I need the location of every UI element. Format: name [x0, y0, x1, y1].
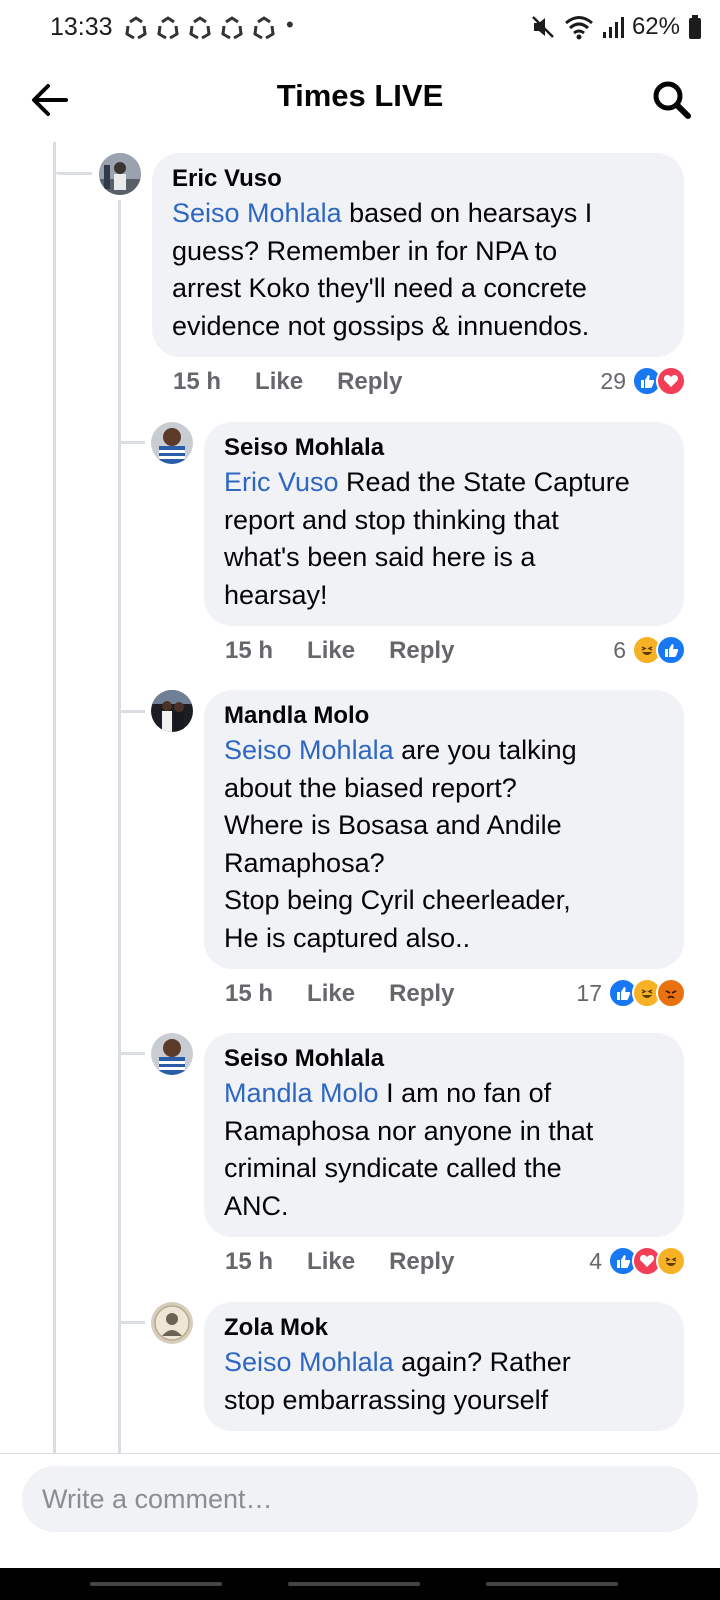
comment-time[interactable]: 15 h	[225, 980, 273, 1008]
reaction-count: 17	[576, 979, 602, 1006]
comment-actions: 15 h Like Reply	[225, 980, 454, 1008]
thread-connector	[121, 1052, 145, 1055]
system-icons: 62%	[530, 13, 702, 41]
comment-time[interactable]: 15 h	[225, 637, 273, 665]
comment-text: Mandla Molo I am no fan of Ramaphosa nor…	[224, 1078, 594, 1221]
more-notifications-dot: •	[286, 12, 294, 37]
like-button[interactable]: Like	[307, 980, 355, 1008]
recycle-icon	[221, 16, 243, 40]
reaction-summary[interactable]: 4	[589, 1246, 686, 1276]
recycle-icon	[189, 16, 211, 40]
mute-icon	[532, 16, 554, 38]
profile-photo-icon	[151, 690, 193, 732]
battery-percent: 62%	[631, 13, 680, 40]
nav-back-button[interactable]	[486, 1582, 618, 1586]
status-time: 13:33	[50, 13, 113, 41]
comment-text: Seiso Mohlala are you talking about the …	[224, 735, 577, 953]
search-icon	[653, 81, 691, 119]
comment-input[interactable]	[22, 1466, 698, 1532]
mention-link[interactable]: Seiso Mohlala	[172, 198, 342, 228]
reaction-summary[interactable]: 17	[576, 978, 686, 1008]
profile-photo-icon	[151, 1033, 193, 1075]
comment-author[interactable]: Seiso Mohlala	[224, 432, 664, 464]
comment-actions: 15 h Like Reply	[173, 368, 402, 396]
nav-home-button[interactable]	[288, 1582, 420, 1586]
mention-link[interactable]: Eric Vuso	[224, 467, 339, 497]
reaction-summary[interactable]: 6	[613, 635, 686, 665]
avatar[interactable]	[99, 153, 141, 195]
comment-author[interactable]: Seiso Mohlala	[224, 1043, 664, 1075]
comment-time[interactable]: 15 h	[225, 1248, 273, 1276]
thread-connector	[121, 710, 145, 713]
reaction-count: 29	[600, 367, 626, 394]
reaction-summary[interactable]: 29	[600, 366, 686, 396]
signal-icon	[602, 17, 624, 38]
comment-composer-bar	[0, 1453, 720, 1564]
profile-photo-icon	[99, 153, 141, 195]
status-bar: 13:33 • 62%	[0, 0, 720, 56]
avatar[interactable]	[151, 1302, 193, 1344]
recycle-icon	[125, 16, 147, 40]
reaction-count: 4	[589, 1247, 602, 1274]
page-title: Times LIVE	[276, 78, 444, 113]
comment-actions: 15 h Like Reply	[225, 637, 454, 665]
profile-photo-icon	[151, 422, 193, 464]
recycle-icon	[253, 16, 275, 40]
recycle-icon	[157, 16, 179, 40]
comment-author[interactable]: Eric Vuso	[172, 163, 664, 195]
reply-thread-line	[118, 200, 121, 1453]
comment-bubble[interactable]: Eric Vuso Seiso Mohlala based on hearsay…	[152, 153, 684, 357]
reply-button[interactable]: Reply	[337, 368, 402, 396]
like-button[interactable]: Like	[255, 368, 303, 396]
avatar[interactable]	[151, 690, 193, 732]
comment-text: Seiso Mohlala based on hearsays I guess?…	[172, 198, 593, 341]
avatar[interactable]	[151, 1033, 193, 1075]
avatar[interactable]	[151, 422, 193, 464]
thread-connector	[121, 441, 145, 444]
like-button[interactable]: Like	[307, 1248, 355, 1276]
app-header: Times LIVE	[0, 56, 720, 142]
comment-actions: 15 h Like Reply	[225, 1248, 454, 1276]
thread-line	[53, 142, 56, 1453]
haha-reaction-icon	[656, 1246, 686, 1276]
like-reaction-icon	[656, 635, 686, 665]
search-button[interactable]	[650, 78, 694, 122]
comment-text: Seiso Mohlala again? Rather stop embarra…	[224, 1347, 571, 1415]
comment-text: Eric Vuso Read the State Capture report …	[224, 467, 630, 610]
comment-bubble[interactable]: Seiso Mohlala Eric Vuso Read the State C…	[204, 422, 684, 626]
comment-author[interactable]: Zola Mok	[224, 1312, 664, 1344]
angry-reaction-icon	[656, 978, 686, 1008]
love-reaction-icon	[656, 366, 686, 396]
reply-button[interactable]: Reply	[389, 980, 454, 1008]
like-button[interactable]: Like	[307, 637, 355, 665]
comment-bubble[interactable]: Mandla Molo Seiso Mohlala are you talkin…	[204, 690, 684, 969]
notification-icons	[122, 14, 278, 42]
profile-photo-icon	[151, 1302, 193, 1344]
thread-connector	[121, 1321, 145, 1324]
reply-button[interactable]: Reply	[389, 637, 454, 665]
comment-author[interactable]: Mandla Molo	[224, 700, 664, 732]
comment-bubble[interactable]: Zola Mok Seiso Mohlala again? Rather sto…	[204, 1302, 684, 1431]
wifi-icon	[564, 16, 593, 40]
reply-button[interactable]: Reply	[389, 1248, 454, 1276]
mention-link[interactable]: Seiso Mohlala	[224, 1347, 394, 1377]
comment-time[interactable]: 15 h	[173, 368, 221, 396]
nav-recents-button[interactable]	[90, 1582, 222, 1586]
mention-link[interactable]: Seiso Mohlala	[224, 735, 394, 765]
reaction-count: 6	[613, 636, 626, 663]
system-nav-bar	[0, 1568, 720, 1600]
mention-link[interactable]: Mandla Molo	[224, 1078, 379, 1108]
thread-connector	[56, 172, 92, 175]
comment-bubble[interactable]: Seiso Mohlala Mandla Molo I am no fan of…	[204, 1033, 684, 1237]
battery-icon	[689, 15, 701, 39]
